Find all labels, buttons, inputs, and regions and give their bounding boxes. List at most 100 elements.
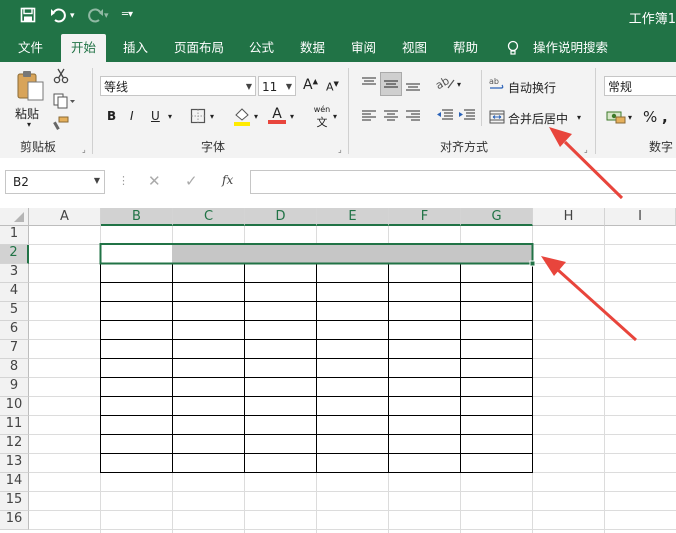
orientation-icon[interactable]: ab xyxy=(433,74,458,95)
font-color-icon[interactable]: A xyxy=(268,106,286,124)
wrap-text-icon[interactable]: ab xyxy=(489,76,505,95)
column-header-i[interactable]: I xyxy=(605,208,676,226)
decrease-indent-icon[interactable] xyxy=(436,108,454,125)
row-header-12[interactable]: 12 xyxy=(0,435,29,454)
tab-help[interactable]: 帮助 xyxy=(443,34,488,62)
accounting-dropdown-icon[interactable]: ▾ xyxy=(628,113,632,122)
row-header-16[interactable]: 16 xyxy=(0,511,29,530)
customize-icon[interactable]: ═▾ xyxy=(122,9,133,20)
row-header-9[interactable]: 9 xyxy=(0,378,29,397)
font-name-combo[interactable]: 等线 ▼ xyxy=(100,76,256,96)
row-header-15[interactable]: 15 xyxy=(0,492,29,511)
column-header-e[interactable]: E xyxy=(317,208,389,226)
decrease-font-icon[interactable]: A▼ xyxy=(326,80,339,94)
accounting-format-icon[interactable] xyxy=(606,108,626,127)
name-box-dropdown-icon[interactable]: ▼ xyxy=(94,176,100,185)
column-header-h[interactable]: H xyxy=(533,208,605,226)
align-top-icon[interactable] xyxy=(361,76,377,95)
tab-page-layout[interactable]: 页面布局 xyxy=(164,34,234,62)
row-header-7[interactable]: 7 xyxy=(0,340,29,359)
number-format-combo[interactable]: 常规 xyxy=(604,76,676,96)
redo-icon[interactable] xyxy=(86,7,104,27)
increase-font-icon[interactable]: A▲ xyxy=(303,77,318,93)
undo-dropdown-icon[interactable]: ▾ xyxy=(70,11,75,21)
column-header-c[interactable]: C xyxy=(173,208,245,226)
row-header-10[interactable]: 10 xyxy=(0,397,29,416)
merge-center-button[interactable]: 合并后居中 xyxy=(508,110,568,127)
align-right-icon[interactable] xyxy=(405,109,421,126)
svg-text:ab: ab xyxy=(489,77,499,86)
underline-dropdown-icon[interactable]: ▾ xyxy=(168,112,172,121)
font-size-combo[interactable]: 11 ▼ xyxy=(258,76,296,96)
tab-home[interactable]: 开始 xyxy=(61,34,107,62)
fill-color-icon[interactable] xyxy=(233,106,251,129)
column-header-f[interactable]: F xyxy=(389,208,461,226)
phonetic-guide-icon[interactable]: wén 文 xyxy=(312,106,332,130)
row-header-13[interactable]: 13 xyxy=(0,454,29,473)
copy-icon[interactable] xyxy=(53,93,75,112)
font-size-value: 11 xyxy=(262,80,278,94)
row-header-8[interactable]: 8 xyxy=(0,359,29,378)
align-left-icon[interactable] xyxy=(361,109,377,126)
enter-icon[interactable]: ✓ xyxy=(185,172,198,190)
align-middle-icon[interactable] xyxy=(380,72,402,96)
tab-data[interactable]: 数据 xyxy=(290,34,335,62)
font-launcher-icon[interactable]: ⌟ xyxy=(338,145,342,154)
underline-button[interactable]: U xyxy=(151,109,160,123)
clipboard-launcher-icon[interactable]: ⌟ xyxy=(82,145,86,154)
column-header-g[interactable]: G xyxy=(461,208,533,226)
fill-color-dropdown-icon[interactable]: ▾ xyxy=(254,112,258,121)
clipboard-group-label: 剪贴板 xyxy=(20,140,57,154)
fill-handle[interactable] xyxy=(529,260,536,267)
column-header-d[interactable]: D xyxy=(245,208,317,226)
align-center-icon[interactable] xyxy=(383,109,399,126)
select-all-corner[interactable] xyxy=(0,208,29,226)
orientation-dropdown-icon[interactable]: ▾ xyxy=(457,80,461,89)
bold-button[interactable]: B xyxy=(107,109,116,123)
font-color-dropdown-icon[interactable]: ▾ xyxy=(290,112,294,121)
worksheet-grid[interactable]: A B C D E F G H I 1 2 3 4 5 6 7 8 9 10 1… xyxy=(0,208,676,533)
row-header-4[interactable]: 4 xyxy=(0,283,29,302)
tab-review[interactable]: 审阅 xyxy=(341,34,386,62)
merge-center-icon[interactable] xyxy=(489,109,505,128)
row-header-2[interactable]: 2 xyxy=(0,245,29,264)
tell-me-search[interactable]: 操作说明搜索 xyxy=(523,34,618,62)
row-header-6[interactable]: 6 xyxy=(0,321,29,340)
row-header-11[interactable]: 11 xyxy=(0,416,29,435)
cancel-icon[interactable]: ✕ xyxy=(148,172,161,190)
name-box[interactable]: B2 ▼ xyxy=(5,170,105,194)
align-bottom-icon[interactable] xyxy=(405,76,421,95)
row-header-5[interactable]: 5 xyxy=(0,302,29,321)
name-box-value: B2 xyxy=(13,175,29,189)
column-header-b[interactable]: B xyxy=(101,208,173,226)
column-header-a[interactable]: A xyxy=(29,208,101,226)
merge-center-dropdown-icon[interactable]: ▾ xyxy=(577,113,581,122)
borders-dropdown-icon[interactable]: ▾ xyxy=(210,112,214,121)
font-group-label: 字体 xyxy=(201,140,226,154)
tab-formulas[interactable]: 公式 xyxy=(239,34,284,62)
borders-icon[interactable] xyxy=(190,108,206,127)
row-header-14[interactable]: 14 xyxy=(0,473,29,492)
percent-button[interactable]: % xyxy=(643,108,657,126)
phonetic-dropdown-icon[interactable]: ▾ xyxy=(333,112,337,121)
comma-style-icon[interactable]: , xyxy=(662,108,668,126)
tab-insert[interactable]: 插入 xyxy=(113,34,158,62)
wrap-text-button[interactable]: 自动换行 xyxy=(508,79,556,96)
tab-file[interactable]: 文件 xyxy=(8,34,53,62)
increase-indent-icon[interactable] xyxy=(458,108,476,125)
cut-icon[interactable] xyxy=(53,68,69,87)
undo-icon[interactable] xyxy=(50,7,68,27)
formula-input[interactable] xyxy=(250,170,676,194)
format-painter-icon[interactable] xyxy=(53,116,69,135)
row-header-1[interactable]: 1 xyxy=(0,226,29,245)
insert-function-button[interactable]: fx xyxy=(222,173,233,187)
redo-dropdown-icon[interactable]: ▾ xyxy=(104,11,109,21)
italic-button[interactable]: I xyxy=(130,109,134,123)
paste-dropdown-icon[interactable]: ▾ xyxy=(27,120,31,129)
paste-icon[interactable] xyxy=(15,70,45,105)
row-header-3[interactable]: 3 xyxy=(0,264,29,283)
alignment-launcher-icon[interactable]: ⌟ xyxy=(584,145,588,154)
save-icon[interactable] xyxy=(20,7,36,27)
tab-view[interactable]: 视图 xyxy=(392,34,437,62)
formula-bar: B2 ▼ ⋮ ✕ ✓ fx xyxy=(0,158,676,209)
